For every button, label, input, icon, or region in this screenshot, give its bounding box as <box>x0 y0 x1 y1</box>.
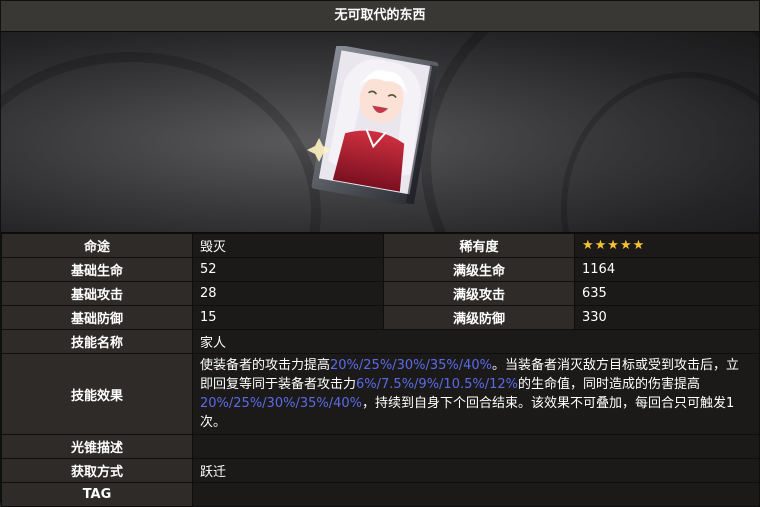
max-def-label: 满级防御 <box>383 305 575 330</box>
obtain-label: 获取方式 <box>1 458 193 483</box>
light-cone-card-image <box>307 46 439 204</box>
page-title: 无可取代的东西 <box>1 1 759 32</box>
skill-effect-part: 使装备者的攻击力提高 <box>200 358 331 373</box>
base-atk-label: 基础攻击 <box>1 281 193 306</box>
rarity-stars: ★★★★★ <box>574 233 760 258</box>
skill-effect-label: 技能效果 <box>1 353 193 435</box>
table-row: 技能效果 使装备者的攻击力提高20%/25%/30%/35%/40%。当装备者消… <box>1 353 760 435</box>
lore-value <box>192 434 760 459</box>
max-hp-label: 满级生命 <box>383 257 575 282</box>
path-label: 命途 <box>1 233 193 258</box>
base-hp-label: 基础生命 <box>1 257 193 282</box>
background-swirl <box>1 52 321 232</box>
rarity-label: 稀有度 <box>383 233 575 258</box>
table-row: 基础生命 52 满级生命 1164 <box>1 257 760 282</box>
max-hp-value: 1164 <box>574 257 760 282</box>
max-atk-label: 满级攻击 <box>383 281 575 306</box>
skill-effect-highlight: 6%/7.5%/9%/10.5%/12% <box>356 377 519 392</box>
skill-name-label: 技能名称 <box>1 329 193 354</box>
skill-effect-text: 使装备者的攻击力提高20%/25%/30%/35%/40%。当装备者消灭敌方目标… <box>192 353 760 435</box>
table-row: 基础攻击 28 满级攻击 635 <box>1 281 760 306</box>
table-row: 光锥描述 <box>1 434 760 459</box>
obtain-value: 跃迁 <box>192 458 760 483</box>
light-cone-banner <box>1 32 759 233</box>
base-def-label: 基础防御 <box>1 305 193 330</box>
path-value: 毁灭 <box>192 233 384 258</box>
base-def-value: 15 <box>192 305 384 330</box>
skill-effect-highlight: 20%/25%/30%/35%/40% <box>200 396 362 411</box>
info-table: 命途 毁灭 稀有度 ★★★★★ 基础生命 52 满级生命 1164 基础攻击 2… <box>1 233 760 507</box>
skill-effect-part: 的生命值，同时造成的伤害提高 <box>518 377 701 392</box>
max-def-value: 330 <box>574 305 760 330</box>
table-row: 获取方式 跃迁 <box>1 458 760 483</box>
lore-label: 光锥描述 <box>1 434 193 459</box>
base-atk-value: 28 <box>192 281 384 306</box>
base-hp-value: 52 <box>192 257 384 282</box>
skill-name-value: 家人 <box>192 329 760 354</box>
table-row: 命途 毁灭 稀有度 ★★★★★ <box>1 233 760 258</box>
light-cone-info-panel: 无可取代的东西 命途 毁灭 稀有度 ★★★★★ 基础生命 52 满级生命 116… <box>0 0 760 507</box>
max-atk-value: 635 <box>574 281 760 306</box>
table-row: 技能名称 家人 <box>1 329 760 354</box>
table-row: 基础防御 15 满级防御 330 <box>1 305 760 330</box>
skill-effect-highlight: 20%/25%/30%/35%/40% <box>330 358 493 373</box>
